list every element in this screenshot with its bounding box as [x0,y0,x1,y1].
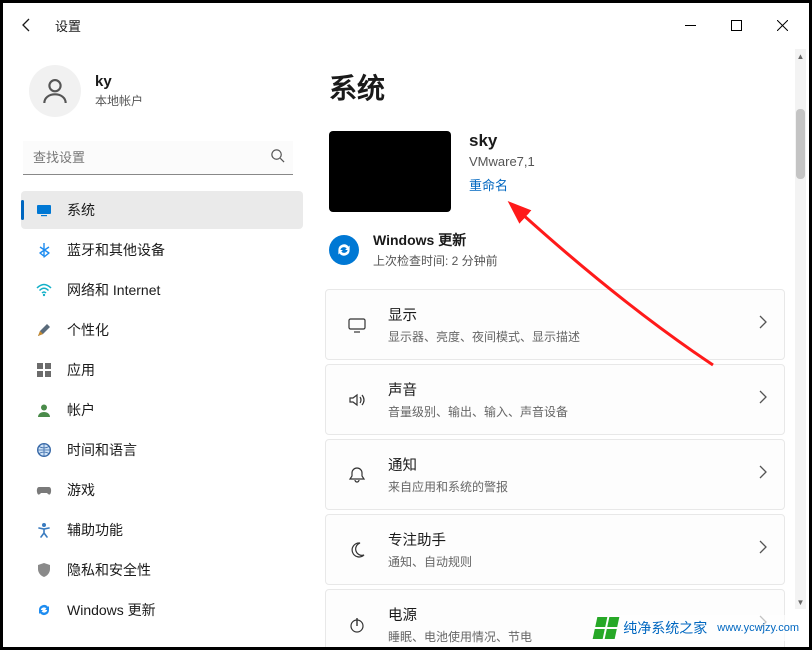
avatar [29,65,81,117]
paintbrush-icon [35,321,53,339]
system-icon [35,201,53,219]
row-subtitle: 音量级别、输出、输入、声音设备 [388,403,758,420]
sidebar-item-apps[interactable]: 应用 [21,351,303,389]
display-icon [344,315,370,335]
sidebar-item-label: 个性化 [67,320,109,340]
scrollbar[interactable]: ▲ ▼ [795,49,806,609]
sidebar-item-label: 系统 [67,200,95,220]
row-subtitle: 显示器、亮度、夜间模式、显示描述 [388,328,758,345]
sidebar-item-label: 帐户 [67,400,95,420]
row-title: 专注助手 [388,529,758,550]
sidebar-item-label: 游戏 [67,480,95,500]
scroll-up-icon[interactable]: ▲ [795,49,806,63]
power-icon [344,615,370,635]
back-button[interactable] [7,5,47,45]
account-icon [35,401,53,419]
window-title: 设置 [55,16,81,35]
sidebar-item-label: Windows 更新 [67,600,156,620]
pc-name: sky [469,131,535,151]
update-sync-icon [329,235,359,265]
maximize-button[interactable] [713,9,759,41]
minimize-button[interactable] [667,9,713,41]
user-block[interactable]: ky 本地帐户 [3,59,313,135]
sidebar-item-label: 隐私和安全性 [67,560,151,580]
wifi-icon [35,281,53,299]
page-title: 系统 [329,67,785,107]
pc-thumbnail [329,131,451,212]
sidebar-item-bluetooth[interactable]: 蓝牙和其他设备 [21,231,303,269]
row-title: 通知 [388,454,758,475]
person-icon [39,75,71,107]
sidebar-item-accessibility[interactable]: 辅助功能 [21,511,303,549]
sidebar-item-privacy[interactable]: 隐私和安全性 [21,551,303,589]
bell-icon [344,465,370,485]
search-icon [270,148,285,168]
row-subtitle: 通知、自动规则 [388,553,758,570]
sidebar-item-label: 蓝牙和其他设备 [67,240,165,260]
sidebar-item-windows-update[interactable]: Windows 更新 [21,591,303,629]
globe-clock-icon [35,441,53,459]
shield-icon [35,561,53,579]
sidebar-item-accounts[interactable]: 帐户 [21,391,303,429]
sidebar-item-system[interactable]: 系统 [21,191,303,229]
bluetooth-icon [35,241,53,259]
setting-row-sound[interactable]: 声音 音量级别、输出、输入、声音设备 [325,364,785,435]
watermark-url: www.ycwjzy.com [717,622,799,634]
sound-icon [344,390,370,410]
search-input[interactable] [23,141,293,175]
chevron-right-icon [758,315,768,334]
scroll-thumb[interactable] [796,109,805,179]
sync-icon [35,601,53,619]
chevron-right-icon [758,465,768,484]
chevron-right-icon [758,540,768,559]
watermark-text: 纯净系统之家 [623,618,707,638]
watermark-logo-icon [593,617,620,639]
windows-update-block[interactable]: Windows 更新 上次检查时间: 2 分钟前 [329,230,785,269]
row-subtitle: 来自应用和系统的警报 [388,478,758,495]
gamepad-icon [35,481,53,499]
sidebar-item-personalization[interactable]: 个性化 [21,311,303,349]
user-name: ky [95,73,143,90]
apps-icon [35,361,53,379]
update-title: Windows 更新 [373,230,498,250]
sidebar-item-gaming[interactable]: 游戏 [21,471,303,509]
maximize-icon [731,20,742,31]
sidebar-item-time-language[interactable]: 时间和语言 [21,431,303,469]
minimize-icon [685,20,696,31]
chevron-right-icon [758,390,768,409]
sidebar-item-network[interactable]: 网络和 Internet [21,271,303,309]
row-title: 显示 [388,304,758,325]
watermark: 纯净系统之家 www.ycwjzy.com [591,615,803,641]
user-subtitle: 本地帐户 [95,92,143,109]
close-icon [777,20,788,31]
setting-row-notifications[interactable]: 通知 来自应用和系统的警报 [325,439,785,510]
setting-row-focus-assist[interactable]: 专注助手 通知、自动规则 [325,514,785,585]
moon-icon [344,540,370,560]
sidebar-item-label: 时间和语言 [67,440,137,460]
sidebar-item-label: 网络和 Internet [67,280,160,300]
update-subtitle: 上次检查时间: 2 分钟前 [373,252,498,269]
setting-row-display[interactable]: 显示 显示器、亮度、夜间模式、显示描述 [325,289,785,360]
pc-model: VMware7,1 [469,154,535,169]
rename-link[interactable]: 重命名 [469,175,508,194]
sidebar-item-label: 应用 [67,360,95,380]
sidebar-item-label: 辅助功能 [67,520,123,540]
accessibility-icon [35,521,53,539]
scroll-down-icon[interactable]: ▼ [795,595,806,609]
close-button[interactable] [759,9,805,41]
arrow-left-icon [19,17,35,33]
row-title: 声音 [388,379,758,400]
